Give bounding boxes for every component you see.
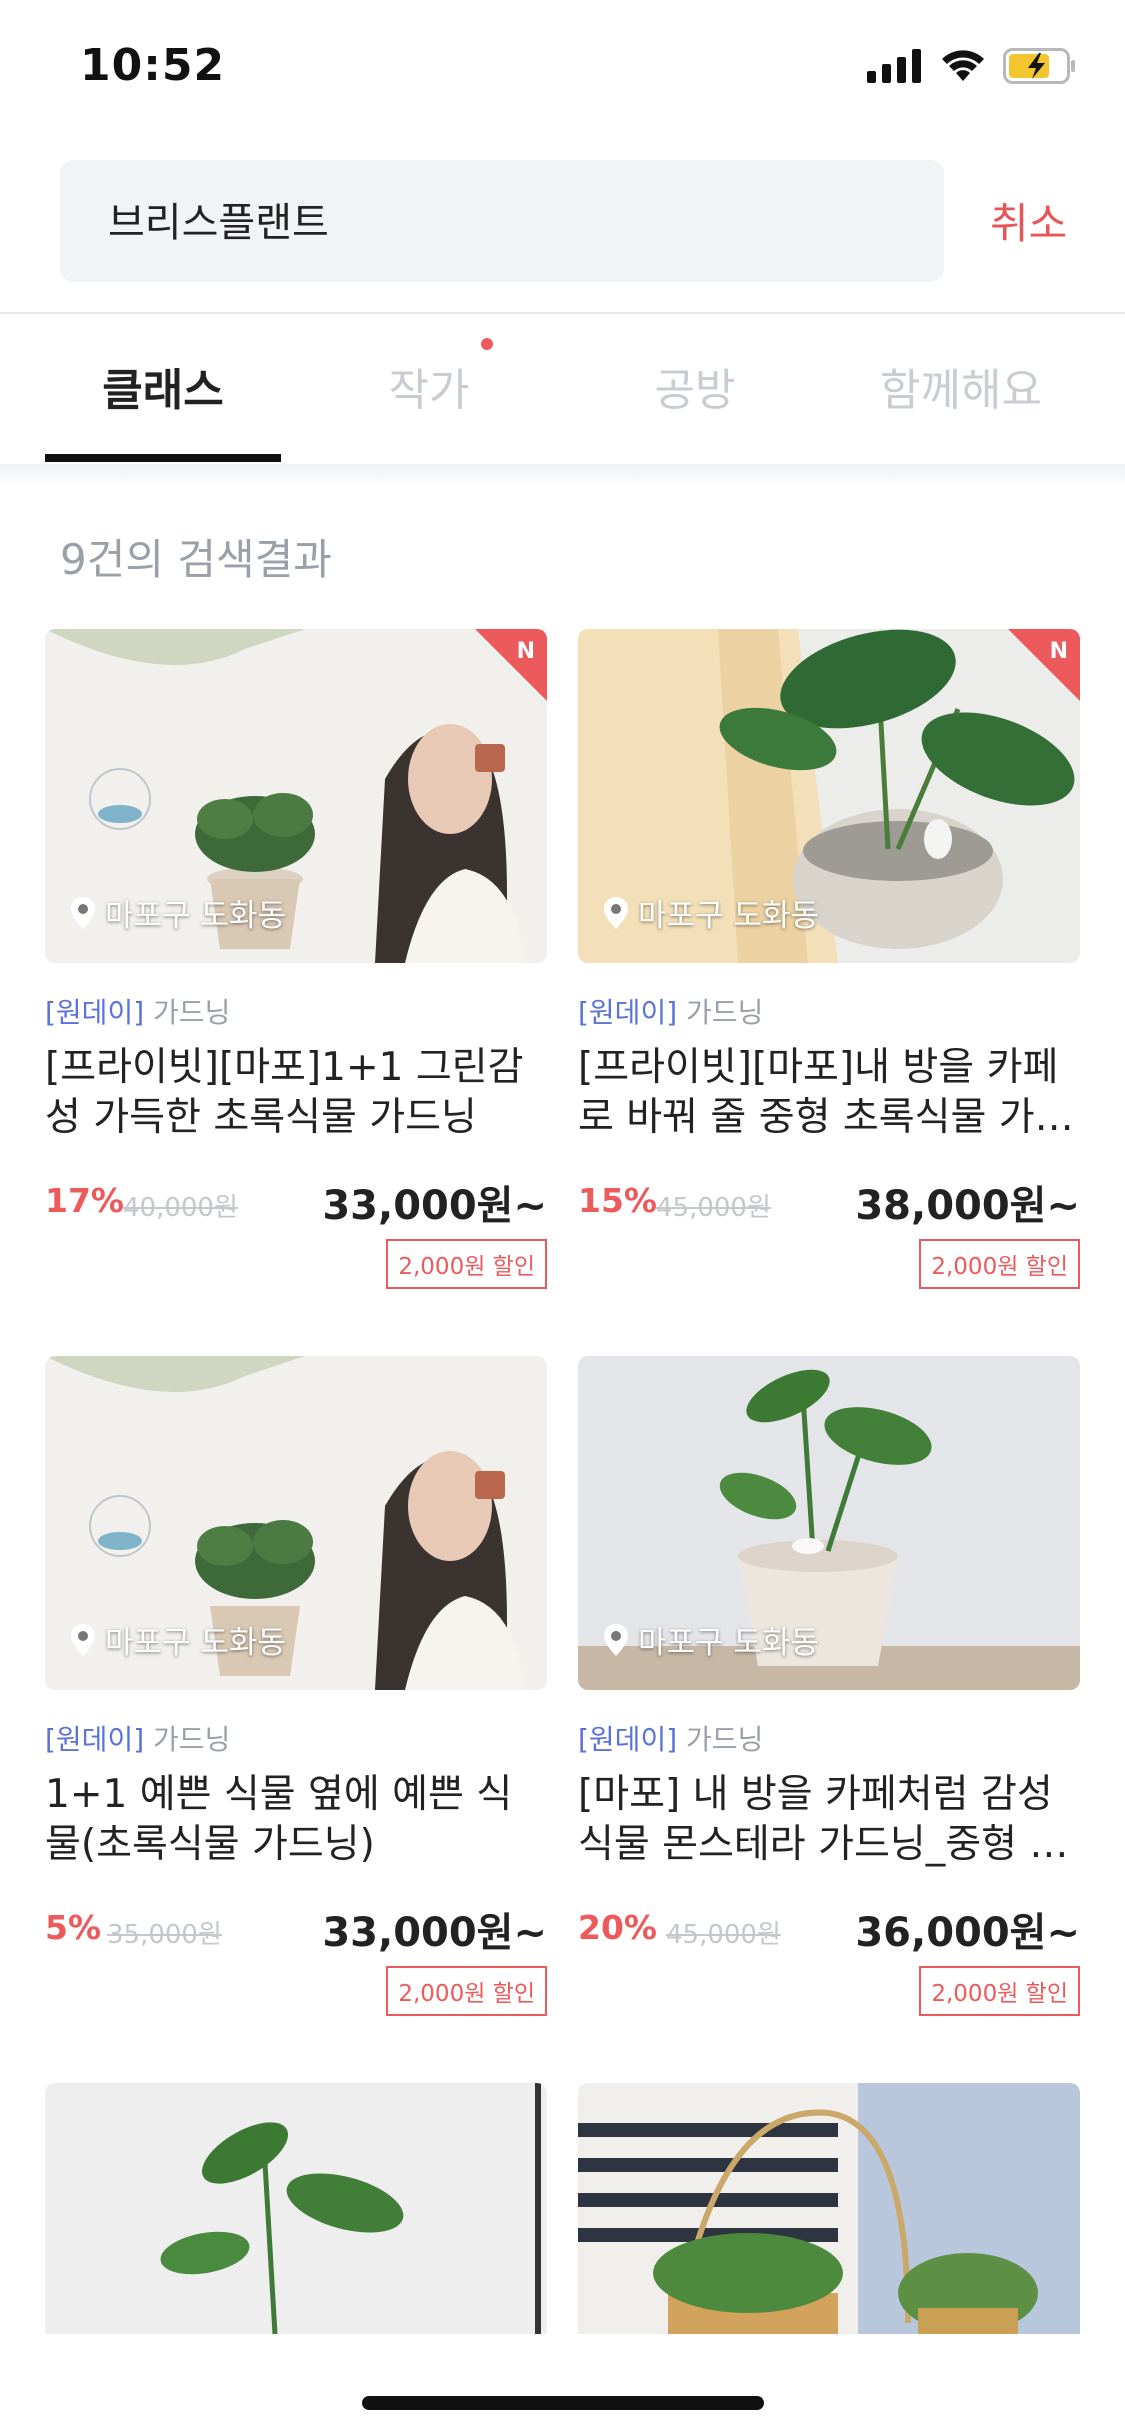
discount-rate: 17% xyxy=(45,1181,124,1220)
class-type: [원데이] xyxy=(45,996,145,1029)
class-title: 1+1 예쁜 식물 옆에 예쁜 식물(초록식물 가드닝) xyxy=(45,1772,513,1867)
class-thumbnail xyxy=(578,2083,1080,2334)
class-category: 가드닝 xyxy=(153,996,231,1029)
class-card[interactable] xyxy=(45,2083,547,2334)
class-card[interactable]: 마포구 도화동 [원데이] 가드닝 [마포] 내 방을 카페처럼 감성 식물 몬… xyxy=(578,1356,1080,2016)
coupon-badge: 2,000원 할인 xyxy=(919,1966,1080,2016)
location-pin-icon xyxy=(604,896,628,929)
class-category: 가드닝 xyxy=(686,1723,764,1756)
sale-price: 33,000원~ xyxy=(322,1183,547,1229)
location-text: 마포구 도화동 xyxy=(105,1625,286,1661)
new-badge xyxy=(475,629,547,701)
location-text: 마포구 도화동 xyxy=(638,1625,819,1661)
location-pin-icon xyxy=(604,1623,628,1656)
search-input[interactable]: 브리스플랜트 xyxy=(60,160,944,282)
tab-class[interactable]: 클래스 xyxy=(45,354,281,418)
active-tab-indicator xyxy=(45,454,281,462)
class-card[interactable]: 마포구 도화동 [원데이] 가드닝 1+1 예쁜 식물 옆에 예쁜 식물(초록식… xyxy=(45,1356,547,2016)
location-label: 마포구 도화동 xyxy=(71,890,286,935)
location-text: 마포구 도화동 xyxy=(105,898,286,934)
original-price: 35,000원 xyxy=(107,1920,222,1950)
price-row: 5% 35,000원 33,000원~ xyxy=(45,1900,547,1956)
coupon-badge: 2,000원 할인 xyxy=(919,1239,1080,1289)
class-card[interactable]: N 마포구 도화동 [원데이] 가드닝 [프라이빗][마포]내 방을 카페로 바… xyxy=(578,629,1080,1289)
coupon-badge: 2,000원 할인 xyxy=(386,1966,547,2016)
class-title: [프라이빗][마포]1+1 그린감성 가득한 초록식물 가드닝 xyxy=(45,1045,524,1140)
class-thumbnail: N 마포구 도화동 xyxy=(578,629,1080,963)
new-badge xyxy=(1008,629,1080,701)
status-icons xyxy=(867,48,1077,84)
location-label: 마포구 도화동 xyxy=(71,1617,286,1662)
location-label: 마포구 도화동 xyxy=(604,890,819,935)
price-row: 15% 45,000원 38,000원~ xyxy=(578,1173,1080,1229)
tab-workshop[interactable]: 공방 xyxy=(577,354,813,418)
search-header: 브리스플랜트 취소 xyxy=(0,160,1125,284)
bottom-safe-area xyxy=(0,2334,1125,2436)
card-category: [원데이] 가드닝 xyxy=(578,1718,1080,1758)
tab-artist[interactable]: 작가 xyxy=(311,354,547,418)
new-badge-label: N xyxy=(1049,639,1068,664)
original-price: 40,000원 xyxy=(123,1193,238,1223)
discount-rate: 5% xyxy=(45,1908,102,1947)
class-type: [원데이] xyxy=(578,996,678,1029)
coupon-badge: 2,000원 할인 xyxy=(386,1239,547,1289)
class-title: [마포] 내 방을 카페처럼 감성 식물 몬스테라 가드닝_중형 화분 xyxy=(578,1772,1066,1867)
sale-price: 33,000원~ xyxy=(322,1910,547,1956)
result-count: 9건의 검색결과 xyxy=(60,535,332,584)
tab-artist-notification-dot xyxy=(481,338,493,350)
class-thumbnail: 마포구 도화동 xyxy=(45,1356,547,1690)
plant-photo-monstera xyxy=(45,2083,547,2334)
signal-icon xyxy=(867,49,921,83)
class-card[interactable]: N 마포구 도화동 [원데이] 가드닝 [프라이빗][마포]1+1 그린감성 가… xyxy=(45,629,547,1289)
location-text: 마포구 도화동 xyxy=(638,898,819,934)
plant-photo-hanging-planter xyxy=(578,2083,1080,2334)
class-thumbnail: N 마포구 도화동 xyxy=(45,629,547,963)
class-thumbnail xyxy=(45,2083,547,2334)
home-indicator[interactable] xyxy=(362,2396,764,2410)
tab-together[interactable]: 함께해요 xyxy=(843,354,1079,418)
original-price: 45,000원 xyxy=(656,1193,771,1223)
sale-price: 36,000원~ xyxy=(855,1910,1080,1956)
battery-charging-icon xyxy=(1003,48,1075,84)
discount-rate: 15% xyxy=(578,1181,657,1220)
discount-rate: 20% xyxy=(578,1908,657,1947)
sale-price: 38,000원~ xyxy=(855,1183,1080,1229)
tabs-shadow xyxy=(0,464,1125,486)
status-bar: 10:52 xyxy=(0,0,1125,140)
class-category: 가드닝 xyxy=(153,1723,231,1756)
search-query-text: 브리스플랜트 xyxy=(108,200,329,246)
class-card[interactable] xyxy=(578,2083,1080,2334)
location-pin-icon xyxy=(71,896,95,929)
class-type: [원데이] xyxy=(578,1723,678,1756)
class-title: [프라이빗][마포]내 방을 카페로 바꿔 줄 중형 초록식물 가드닝 xyxy=(578,1045,1071,1140)
card-category: [원데이] 가드닝 xyxy=(45,991,547,1031)
card-category: [원데이] 가드닝 xyxy=(45,1718,547,1758)
card-category: [원데이] 가드닝 xyxy=(578,991,1080,1031)
class-type: [원데이] xyxy=(45,1723,145,1756)
tab-bar: 클래스 작가 공방 함께해요 xyxy=(0,314,1125,464)
status-time: 10:52 xyxy=(80,40,226,91)
location-pin-icon xyxy=(71,1623,95,1656)
new-badge-label: N xyxy=(516,639,535,664)
wifi-icon xyxy=(942,50,984,81)
price-row: 17% 40,000원 33,000원~ xyxy=(45,1173,547,1229)
location-label: 마포구 도화동 xyxy=(604,1617,819,1662)
cancel-button[interactable]: 취소 xyxy=(990,190,1067,251)
class-category: 가드닝 xyxy=(686,996,764,1029)
original-price: 45,000원 xyxy=(666,1920,781,1950)
class-thumbnail: 마포구 도화동 xyxy=(578,1356,1080,1690)
price-row: 20% 45,000원 36,000원~ xyxy=(578,1900,1080,1956)
